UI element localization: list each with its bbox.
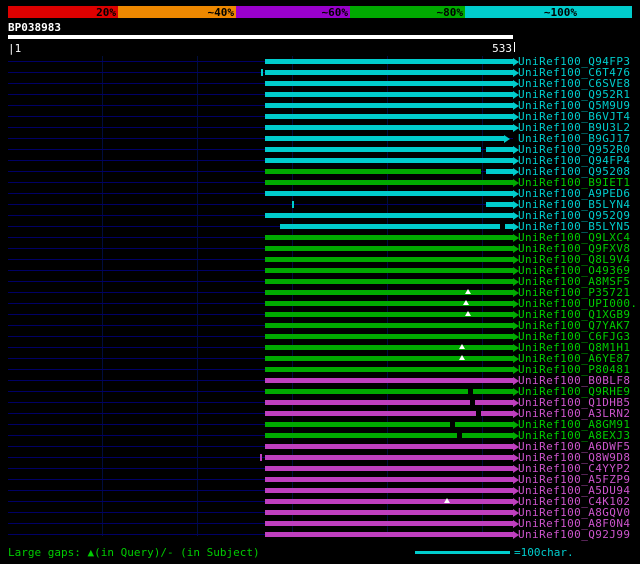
- hit-bar-segment[interactable]: [265, 136, 505, 141]
- hit-bar-segment[interactable]: [265, 334, 513, 339]
- hit-bar-segment[interactable]: [265, 378, 513, 383]
- hit-bar-segment[interactable]: [265, 312, 513, 317]
- hit-arrowhead[interactable]: [504, 134, 511, 143]
- hit-bar-segment[interactable]: [486, 202, 513, 207]
- hit-bar-segment[interactable]: [265, 323, 513, 328]
- hit-start-tick: [259, 454, 262, 461]
- gap-block: [468, 389, 474, 394]
- hit-bar-segment[interactable]: [265, 521, 513, 526]
- hit-bar-segment[interactable]: [265, 191, 513, 196]
- hit-bar-segment[interactable]: [265, 532, 513, 537]
- hit-bar-segment[interactable]: [265, 103, 513, 108]
- gap-block: [475, 411, 481, 416]
- hit-bar-segment[interactable]: [265, 510, 513, 515]
- hit-bar-segment[interactable]: [265, 125, 513, 130]
- hit-bar-segment[interactable]: [265, 257, 513, 262]
- query-gap-triangle-icon: [465, 311, 472, 316]
- gap-block: [470, 400, 476, 405]
- row-baseline: [8, 204, 513, 205]
- hit-bar-segment[interactable]: [265, 345, 513, 350]
- hit-start-tick: [291, 201, 294, 208]
- hit-bar-segment[interactable]: [265, 147, 481, 152]
- gap-block: [450, 422, 456, 427]
- hit-bar-segment[interactable]: [265, 455, 513, 460]
- hit-bar-segment[interactable]: [265, 279, 513, 284]
- hit-bar-segment[interactable]: [265, 400, 513, 405]
- query-gap-triangle-icon: [463, 300, 470, 305]
- hit-bar-segment[interactable]: [280, 224, 513, 229]
- hit-bar-segment[interactable]: [265, 433, 513, 438]
- hit-bar-segment[interactable]: [265, 466, 513, 471]
- hit-bar-segment[interactable]: [486, 169, 513, 174]
- hit-bar-segment[interactable]: [265, 488, 513, 493]
- hit-bar-segment[interactable]: [265, 301, 513, 306]
- query-gap-triangle-icon: [465, 289, 472, 294]
- hit-bar-segment[interactable]: [265, 268, 513, 273]
- grid-line: [196, 56, 198, 536]
- hit-bar-segment[interactable]: [265, 246, 513, 251]
- hit-bar-segment[interactable]: [486, 147, 513, 152]
- scale-legend-swatch: [415, 551, 510, 554]
- hit-bar-segment[interactable]: [265, 356, 513, 361]
- hit-bar-segment[interactable]: [265, 389, 513, 394]
- hit-bar-segment[interactable]: [265, 213, 513, 218]
- scale-legend-label: =100char.: [514, 546, 574, 559]
- gap-block: [456, 433, 462, 438]
- hit-label[interactable]: UniRef100_Q92J99: [518, 529, 630, 540]
- query-gap-triangle-icon: [443, 498, 450, 503]
- hit-bar-segment[interactable]: [265, 59, 513, 64]
- grid-line: [101, 56, 103, 536]
- hit-bar-segment[interactable]: [265, 169, 481, 174]
- hit-start-tick: [261, 69, 264, 76]
- hit-bar-segment[interactable]: [265, 235, 513, 240]
- hit-bar-segment[interactable]: [265, 114, 513, 119]
- query-gap-triangle-icon: [458, 344, 465, 349]
- gaps-legend: Large gaps: ▲(in Query)/- (in Subject): [8, 546, 260, 559]
- blast-overview-screen: 20% ~40% ~60% ~80% ~100% BP038983 |1 533 Uni…: [0, 0, 640, 564]
- gap-block: [499, 224, 505, 229]
- hit-bar-segment[interactable]: [265, 70, 513, 75]
- hit-bar-segment[interactable]: [265, 158, 513, 163]
- alignment-plot: UniRef100_Q94FP3 UniRef100_C6T476 UniRef10…: [0, 0, 640, 564]
- hit-bar-segment[interactable]: [265, 81, 513, 86]
- hit-bar-segment[interactable]: [265, 444, 513, 449]
- hit-bar-segment[interactable]: [265, 180, 513, 185]
- hit-bar-segment[interactable]: [265, 477, 513, 482]
- hit-bar-segment[interactable]: [265, 367, 513, 372]
- hit-bar-segment[interactable]: [265, 499, 513, 504]
- hit-bar-segment[interactable]: [265, 422, 513, 427]
- hit-bar-segment[interactable]: [265, 92, 513, 97]
- hit-bar-segment[interactable]: [265, 290, 513, 295]
- query-gap-triangle-icon: [458, 355, 465, 360]
